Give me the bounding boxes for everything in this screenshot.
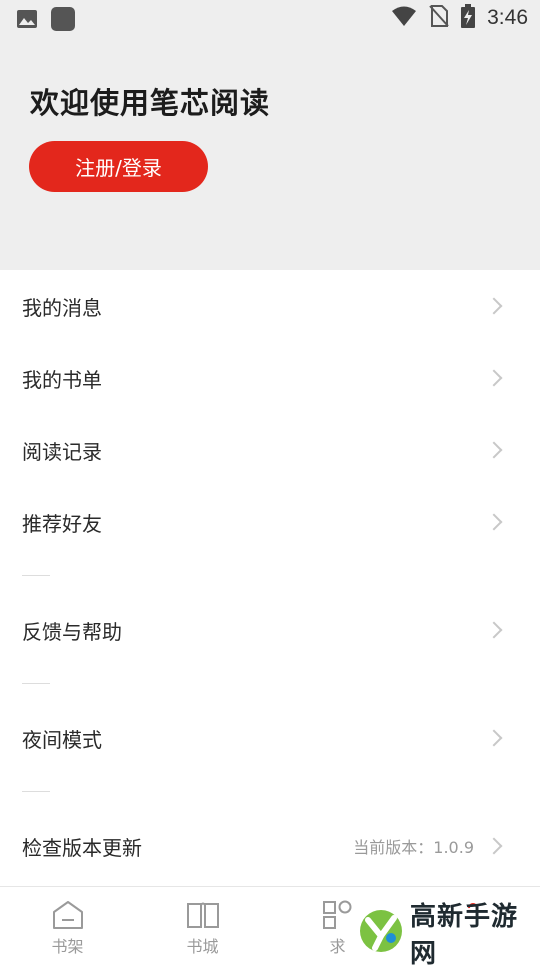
status-time: 3:46 [487, 6, 528, 29]
book-icon [186, 899, 220, 931]
home-icon [51, 899, 85, 931]
tab-label: 书架 [51, 937, 84, 956]
menu-item-label: 我的消息 [22, 295, 102, 320]
chevron-right-icon [485, 297, 503, 315]
status-bar: 3:46 [0, 0, 540, 36]
tab-bookshelf[interactable]: 书架 [0, 887, 135, 961]
tab-label: 书城 [186, 937, 219, 956]
divider [0, 558, 540, 594]
battery-charging-icon [461, 4, 476, 32]
site-watermark: 高新手游网 [358, 902, 540, 969]
welcome-title: 欢迎使用笔芯阅读 [30, 86, 271, 120]
menu-item-messages[interactable]: 我的消息 [0, 270, 540, 342]
settings-menu: 我的消息 我的书单 阅读记录 推荐好友 反馈与帮助 夜间模式 检查版本更新 当前… [0, 270, 540, 882]
chevron-right-icon [485, 729, 503, 747]
menu-item-feedback-help[interactable]: 反馈与帮助 [0, 594, 540, 666]
divider [0, 666, 540, 702]
tab-label: 求 [329, 937, 346, 956]
watermark-logo-icon [358, 908, 404, 958]
menu-item-label: 检查版本更新 [22, 835, 142, 860]
image-notification-icon [16, 8, 38, 34]
menu-item-label: 夜间模式 [22, 727, 102, 752]
menu-item-label: 阅读记录 [22, 439, 102, 464]
chevron-right-icon [485, 621, 503, 639]
watermark-text: 高新手游网 [410, 902, 519, 969]
no-sim-icon [429, 4, 449, 32]
chevron-right-icon [485, 837, 503, 855]
menu-item-check-update[interactable]: 检查版本更新 当前版本：1.0.9 [0, 810, 540, 882]
app-notification-icon [50, 6, 76, 36]
register-login-button[interactable]: 注册/登录 [29, 141, 208, 192]
menu-item-reading-history[interactable]: 阅读记录 [0, 414, 540, 486]
menu-item-recommend-friends[interactable]: 推荐好友 [0, 486, 540, 558]
chevron-right-icon [485, 369, 503, 387]
menu-item-booklist[interactable]: 我的书单 [0, 342, 540, 414]
menu-item-label: 我的书单 [22, 367, 102, 392]
divider [0, 774, 540, 810]
menu-item-label: 反馈与帮助 [22, 619, 122, 644]
profile-header: 欢迎使用笔芯阅读 注册/登录 [0, 36, 540, 270]
grid-icon [321, 899, 355, 931]
wifi-icon [391, 5, 417, 31]
current-version: 当前版本：1.0.9 [353, 838, 474, 857]
menu-item-night-mode[interactable]: 夜间模式 [0, 702, 540, 774]
tab-bookstore[interactable]: 书城 [135, 887, 270, 961]
chevron-right-icon [485, 441, 503, 459]
chevron-right-icon [485, 513, 503, 531]
menu-item-label: 推荐好友 [22, 511, 102, 536]
